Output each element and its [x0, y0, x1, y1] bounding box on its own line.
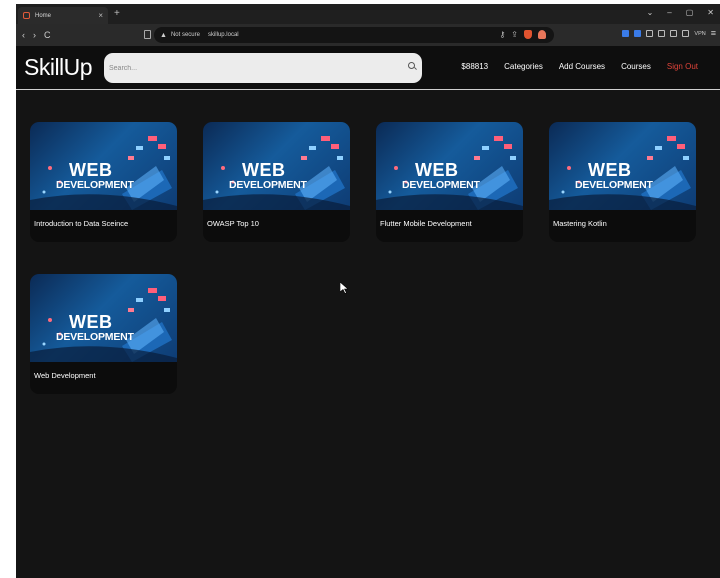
- bookmark-icon[interactable]: [144, 30, 151, 39]
- minimize-button[interactable]: –: [667, 8, 671, 17]
- tab-title: Home: [35, 12, 52, 19]
- thumbnail-line2: DEVELOPMENT: [56, 179, 134, 191]
- thumbnail-line1: WEB: [69, 160, 113, 180]
- add-courses-link[interactable]: Add Courses: [559, 62, 605, 71]
- categories-link[interactable]: Categories: [504, 62, 543, 71]
- url-text[interactable]: skillup.local: [208, 32, 239, 38]
- course-card[interactable]: WEB DEVELOPMENT Web Development: [30, 274, 177, 394]
- extension-icon-3[interactable]: [646, 30, 654, 37]
- forward-button[interactable]: ›: [33, 30, 36, 40]
- tab-strip: Home × + ⌄ – ▢ ✕: [16, 4, 720, 24]
- search-icon[interactable]: [408, 62, 415, 69]
- vpn-button[interactable]: VPN: [694, 31, 705, 37]
- brave-shield-icon[interactable]: [524, 30, 532, 39]
- nav-buttons: ‹ › C: [22, 30, 51, 40]
- tab-close-icon[interactable]: ×: [98, 11, 103, 20]
- thumbnail-line1: WEB: [415, 160, 459, 180]
- balance-link[interactable]: $88813: [461, 62, 488, 71]
- thumbnail-line2: DEVELOPMENT: [229, 179, 307, 191]
- extension-icon-2[interactable]: [634, 30, 642, 37]
- rewards-icon[interactable]: [538, 30, 546, 39]
- nav-links: $88813 Categories Add Courses Courses Si…: [461, 62, 698, 71]
- site-navbar: SkillUp $88813 Categories Add Courses Co…: [16, 46, 720, 90]
- back-button[interactable]: ‹: [22, 30, 25, 40]
- not-secure-label: Not secure: [170, 32, 200, 38]
- thumbnail-line1: WEB: [242, 160, 286, 180]
- mouse-cursor-icon: [340, 282, 348, 294]
- reload-button[interactable]: C: [44, 30, 51, 40]
- course-title: Mastering Kotlin: [553, 219, 607, 228]
- extension-icons: VPN ≡: [622, 29, 716, 38]
- extension-icon-4[interactable]: [658, 30, 666, 37]
- thumbnail-line2: DEVELOPMENT: [56, 331, 134, 343]
- site-favicon-icon: [23, 12, 30, 19]
- course-card[interactable]: WEB DEVELOPMENT Mastering Kotlin: [549, 122, 696, 242]
- warning-icon[interactable]: ▲: [160, 32, 167, 39]
- maximize-button[interactable]: ▢: [686, 8, 694, 17]
- course-grid: WEB DEVELOPMENT Introduction to Data Scein…: [16, 90, 720, 578]
- key-icon[interactable]: ⚷: [499, 30, 505, 39]
- course-card[interactable]: WEB DEVELOPMENT OWASP Top 10: [203, 122, 350, 242]
- thumbnail-line2: DEVELOPMENT: [402, 179, 480, 191]
- browser-tab[interactable]: Home ×: [18, 7, 108, 24]
- thumbnail-line2: DEVELOPMENT: [575, 179, 653, 191]
- url-bar-icons: ⚷ ⇪: [499, 30, 546, 39]
- course-card[interactable]: WEB DEVELOPMENT Flutter Mobile Development: [376, 122, 523, 242]
- courses-link[interactable]: Courses: [621, 62, 651, 71]
- extension-icon-1[interactable]: [622, 30, 630, 37]
- course-title: OWASP Top 10: [207, 219, 259, 228]
- window-controls: ⌄ – ▢ ✕: [647, 8, 714, 17]
- url-field[interactable]: ▲ Not secure skillup.local ⚷ ⇪: [154, 27, 554, 43]
- sidebar-icon[interactable]: [670, 30, 678, 37]
- tab-search-icon[interactable]: ⌄: [647, 8, 654, 17]
- new-tab-button[interactable]: +: [114, 9, 120, 19]
- thumbnail-line1: WEB: [588, 160, 632, 180]
- course-title: Flutter Mobile Development: [380, 219, 472, 228]
- thumbnail-line1: WEB: [69, 312, 113, 332]
- course-title: Introduction to Data Sceince: [34, 219, 129, 228]
- search-input[interactable]: [104, 53, 422, 83]
- close-window-button[interactable]: ✕: [707, 8, 714, 17]
- share-icon[interactable]: ⇪: [511, 30, 518, 39]
- wallet-icon[interactable]: [682, 30, 690, 37]
- menu-icon[interactable]: ≡: [711, 29, 716, 38]
- sign-out-link[interactable]: Sign Out: [667, 62, 698, 71]
- course-card[interactable]: WEB DEVELOPMENT Introduction to Data Scein…: [30, 122, 177, 242]
- course-title: Web Development: [34, 371, 96, 380]
- browser-window: Home × + ⌄ – ▢ ✕ ‹ › C ▲ Not secure skil…: [16, 4, 720, 578]
- address-bar: ‹ › C ▲ Not secure skillup.local ⚷ ⇪ VPN…: [16, 24, 720, 46]
- site-logo[interactable]: SkillUp: [24, 54, 93, 81]
